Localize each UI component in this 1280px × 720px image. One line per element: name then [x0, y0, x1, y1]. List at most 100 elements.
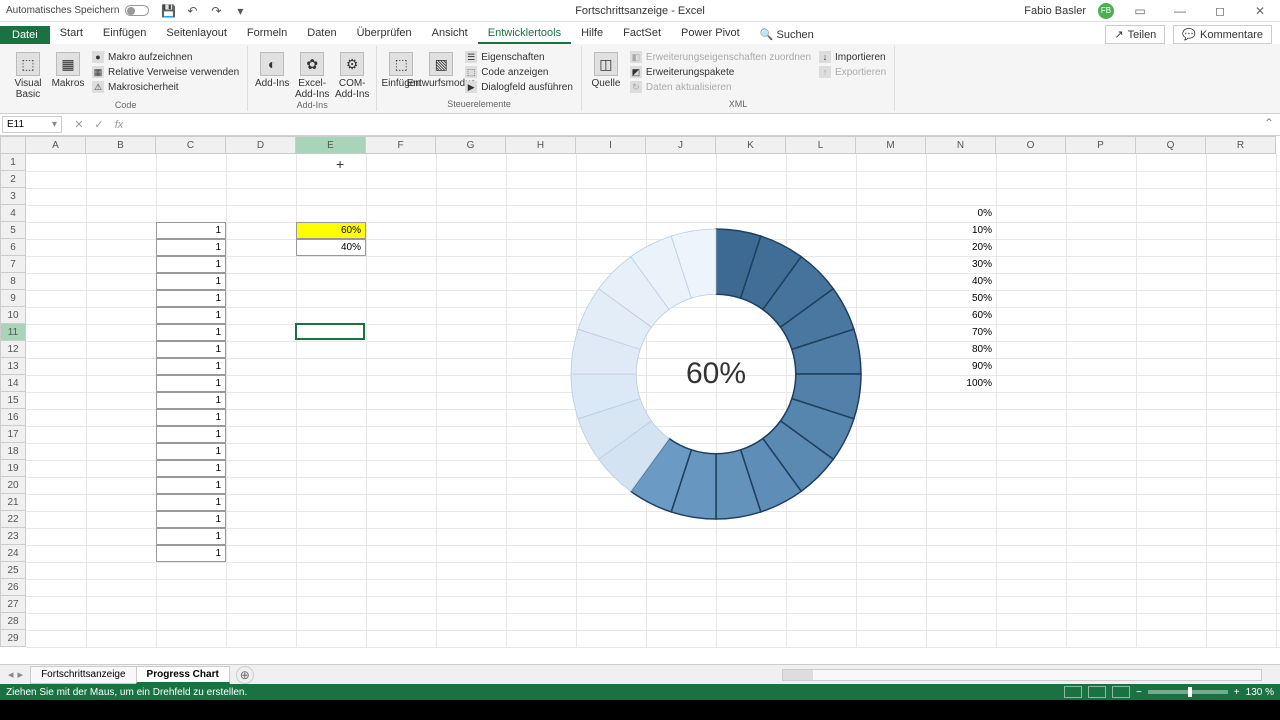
column-header-M[interactable]: M [856, 136, 926, 154]
row-header-24[interactable]: 24 [0, 545, 26, 562]
tab-formeln[interactable]: Formeln [237, 24, 297, 44]
cell-C22[interactable]: 1 [156, 511, 226, 528]
macros-button[interactable]: ▦Makros [50, 48, 86, 100]
row-header-14[interactable]: 14 [0, 375, 26, 392]
ribbon-options-icon[interactable]: ▭ [1126, 2, 1154, 20]
column-header-I[interactable]: I [576, 136, 646, 154]
row-header-9[interactable]: 9 [0, 290, 26, 307]
sheet-tab-fortschrittsanzeige[interactable]: Fortschrittsanzeige [30, 666, 136, 684]
normal-view-icon[interactable] [1064, 686, 1082, 698]
comments-button[interactable]: 💬 Kommentare [1173, 25, 1272, 44]
toggle-icon[interactable] [125, 5, 149, 16]
progress-donut-chart[interactable]: 60% [566, 224, 866, 524]
cell-C9[interactable]: 1 [156, 290, 226, 307]
user-avatar[interactable]: FB [1098, 3, 1114, 19]
cell-C10[interactable]: 1 [156, 307, 226, 324]
page-layout-view-icon[interactable] [1088, 686, 1106, 698]
column-header-L[interactable]: L [786, 136, 856, 154]
tab-hilfe[interactable]: Hilfe [571, 24, 613, 44]
tab-ansicht[interactable]: Ansicht [422, 24, 478, 44]
qat-more-icon[interactable]: ▾ [233, 4, 247, 18]
column-header-P[interactable]: P [1066, 136, 1136, 154]
row-header-27[interactable]: 27 [0, 596, 26, 613]
cell-C18[interactable]: 1 [156, 443, 226, 460]
row-header-8[interactable]: 8 [0, 273, 26, 290]
cell-C24[interactable]: 1 [156, 545, 226, 562]
row-header-12[interactable]: 12 [0, 341, 26, 358]
column-header-Q[interactable]: Q [1136, 136, 1206, 154]
row-header-16[interactable]: 16 [0, 409, 26, 426]
cell-E6[interactable]: 40% [296, 239, 366, 256]
zoom-out-icon[interactable]: − [1136, 687, 1142, 698]
cell-C20[interactable]: 1 [156, 477, 226, 494]
column-header-B[interactable]: B [86, 136, 156, 154]
row-header-11[interactable]: 11 [0, 324, 26, 341]
expansion-button[interactable]: ◩Erweiterungspakete [628, 65, 813, 79]
cell-N13[interactable]: 90% [926, 358, 996, 375]
column-header-G[interactable]: G [436, 136, 506, 154]
cell-C6[interactable]: 1 [156, 239, 226, 256]
cell-C15[interactable]: 1 [156, 392, 226, 409]
collapse-ribbon-icon[interactable]: ⌃ [1264, 116, 1274, 130]
redo-icon[interactable]: ↷ [209, 4, 223, 18]
user-name[interactable]: Fabio Basler [1024, 5, 1086, 17]
row-header-3[interactable]: 3 [0, 188, 26, 205]
cell-N6[interactable]: 20% [926, 239, 996, 256]
cell-C5[interactable]: 1 [156, 222, 226, 239]
horizontal-scrollbar[interactable] [782, 669, 1262, 681]
tab-factset[interactable]: FactSet [613, 24, 671, 44]
cell-C21[interactable]: 1 [156, 494, 226, 511]
page-break-view-icon[interactable] [1112, 686, 1130, 698]
column-header-H[interactable]: H [506, 136, 576, 154]
row-header-19[interactable]: 19 [0, 460, 26, 477]
cell-N10[interactable]: 60% [926, 307, 996, 324]
fx-icon[interactable]: fx [110, 117, 128, 133]
selected-cell[interactable] [295, 323, 365, 340]
tab-power pivot[interactable]: Power Pivot [671, 24, 750, 44]
cell-N12[interactable]: 80% [926, 341, 996, 358]
row-header-4[interactable]: 4 [0, 205, 26, 222]
import-button[interactable]: ↓Importieren [817, 50, 888, 64]
column-header-O[interactable]: O [996, 136, 1066, 154]
tab-daten[interactable]: Daten [297, 24, 346, 44]
cell-C8[interactable]: 1 [156, 273, 226, 290]
row-header-28[interactable]: 28 [0, 613, 26, 630]
tab-überprüfen[interactable]: Überprüfen [347, 24, 422, 44]
name-box[interactable]: E11▾ [2, 116, 62, 133]
tab-file[interactable]: Datei [0, 26, 50, 44]
zoom-level[interactable]: 130 % [1246, 687, 1274, 698]
column-header-R[interactable]: R [1206, 136, 1276, 154]
row-header-13[interactable]: 13 [0, 358, 26, 375]
row-header-29[interactable]: 29 [0, 630, 26, 647]
maximize-icon[interactable]: ◻ [1206, 2, 1234, 20]
macro-security-button[interactable]: ⚠Makrosicherheit [90, 80, 241, 94]
cell-E5[interactable]: 60% [296, 222, 366, 239]
zoom-thumb[interactable] [1188, 687, 1192, 697]
row-header-21[interactable]: 21 [0, 494, 26, 511]
insert-control-button[interactable]: ⬚Einfügen [383, 48, 419, 99]
column-header-F[interactable]: F [366, 136, 436, 154]
visual-basic-button[interactable]: ⬚Visual Basic [10, 48, 46, 100]
sheet-nav-prev-icon[interactable]: ◂ [8, 668, 14, 681]
tab-einfügen[interactable]: Einfügen [93, 24, 156, 44]
name-box-dropdown-icon[interactable]: ▾ [52, 119, 57, 130]
cell-N7[interactable]: 30% [926, 256, 996, 273]
cell-C12[interactable]: 1 [156, 341, 226, 358]
search-tab[interactable]: 🔍 Suchen [750, 25, 824, 44]
row-header-17[interactable]: 17 [0, 426, 26, 443]
record-macro-button[interactable]: ●Makro aufzeichnen [90, 50, 241, 64]
relative-refs-button[interactable]: ▦Relative Verweise verwenden [90, 65, 241, 79]
minimize-icon[interactable]: — [1166, 2, 1194, 20]
cell-N14[interactable]: 100% [926, 375, 996, 392]
row-header-1[interactable]: 1 [0, 154, 26, 171]
column-header-A[interactable]: A [26, 136, 86, 154]
cell-N11[interactable]: 70% [926, 324, 996, 341]
row-header-15[interactable]: 15 [0, 392, 26, 409]
cell-N8[interactable]: 40% [926, 273, 996, 290]
row-header-20[interactable]: 20 [0, 477, 26, 494]
tab-entwicklertools[interactable]: Entwicklertools [478, 24, 571, 44]
spreadsheet-grid[interactable]: ABCDEFGHIJKLMNOPQR 123456789101112131415… [0, 136, 1280, 664]
cell-N4[interactable]: 0% [926, 205, 996, 222]
cell-C7[interactable]: 1 [156, 256, 226, 273]
cell-C16[interactable]: 1 [156, 409, 226, 426]
